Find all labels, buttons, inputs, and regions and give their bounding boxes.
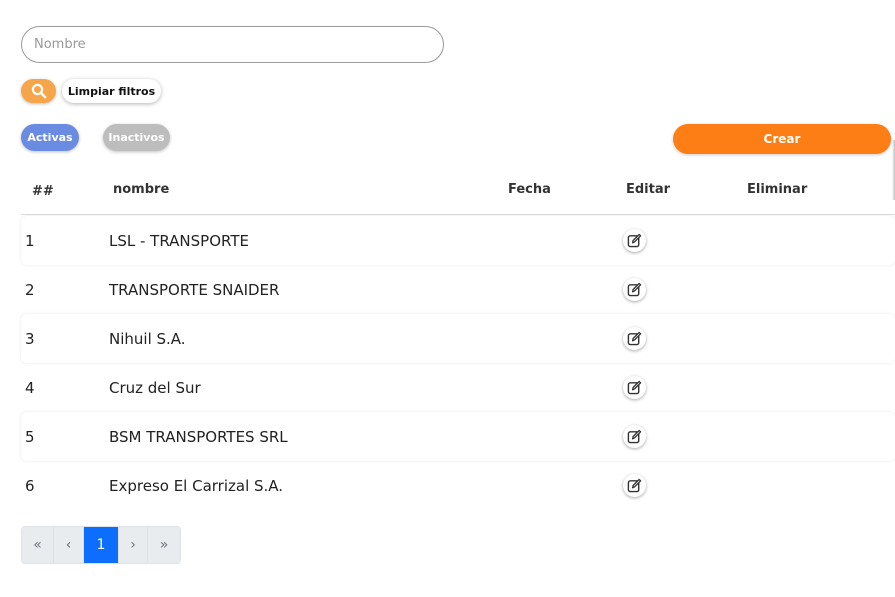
- row-id: 5: [25, 428, 35, 446]
- table-row: 2 TRANSPORTE SNAIDER: [21, 265, 895, 314]
- tab-activas[interactable]: Activas: [21, 124, 79, 151]
- page-next-button[interactable]: ›: [119, 527, 148, 563]
- row-name: LSL - TRANSPORTE: [109, 232, 249, 250]
- row-id: 1: [25, 232, 35, 250]
- table-row: 5 BSM TRANSPORTES SRL: [21, 412, 895, 461]
- edit-button[interactable]: [623, 327, 646, 350]
- clear-filters-button[interactable]: Limpiar filtros: [62, 79, 161, 103]
- row-name: BSM TRANSPORTES SRL: [109, 428, 288, 446]
- row-id: 2: [25, 281, 35, 299]
- column-header-edit: Editar: [626, 182, 671, 197]
- page-first-button[interactable]: «: [22, 527, 54, 563]
- search-icon: [31, 83, 46, 99]
- row-name: Cruz del Sur: [109, 379, 201, 397]
- edit-button[interactable]: [623, 425, 646, 448]
- edit-button[interactable]: [623, 229, 646, 252]
- table-row: 6 Expreso El Carrizal S.A.: [21, 461, 895, 510]
- table-row: 3 Nihuil S.A.: [21, 314, 895, 363]
- column-header-name: nombre: [113, 182, 170, 197]
- edit-icon: [627, 429, 642, 444]
- column-header-delete: Eliminar: [747, 182, 808, 197]
- page-current-button[interactable]: 1: [84, 527, 119, 563]
- edit-button[interactable]: [623, 474, 646, 497]
- create-button[interactable]: Crear: [673, 124, 891, 154]
- edit-icon: [627, 331, 642, 346]
- row-name: Nihuil S.A.: [109, 330, 186, 348]
- name-search-input[interactable]: [21, 26, 444, 63]
- edit-icon: [627, 282, 642, 297]
- column-header-date: Fecha: [508, 182, 551, 197]
- row-id: 4: [25, 379, 35, 397]
- edit-button[interactable]: [623, 376, 646, 399]
- row-id: 6: [25, 477, 35, 495]
- edit-button[interactable]: [623, 278, 646, 301]
- row-name: TRANSPORTE SNAIDER: [109, 281, 280, 299]
- edit-icon: [627, 478, 642, 493]
- row-name: Expreso El Carrizal S.A.: [109, 477, 284, 495]
- pagination: « ‹ 1 › »: [21, 526, 181, 564]
- edit-icon: [627, 233, 642, 248]
- table-row: 1 LSL - TRANSPORTE: [21, 216, 895, 265]
- page-prev-button[interactable]: ‹: [54, 527, 84, 563]
- row-id: 3: [25, 330, 35, 348]
- edit-icon: [627, 380, 642, 395]
- column-header-id: ##: [32, 184, 54, 199]
- tab-inactivos[interactable]: Inactivos: [103, 124, 170, 151]
- header-divider: [21, 214, 895, 215]
- table-row: 4 Cruz del Sur: [21, 363, 895, 412]
- page-last-button[interactable]: »: [148, 527, 180, 563]
- search-button[interactable]: [21, 79, 56, 103]
